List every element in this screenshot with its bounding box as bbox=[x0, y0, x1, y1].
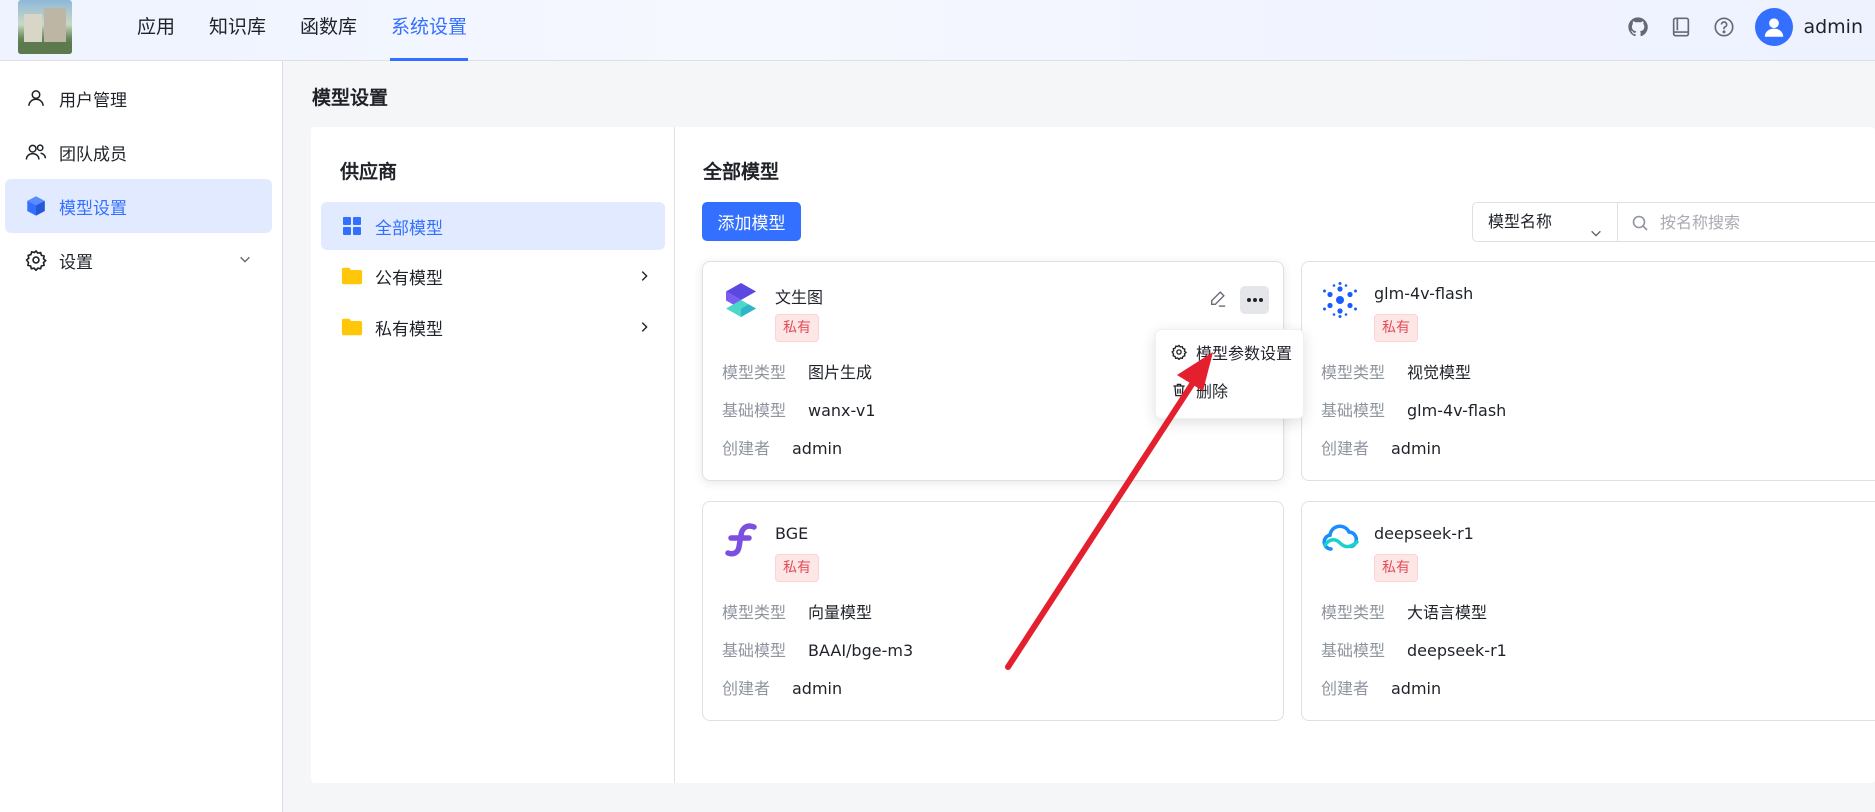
provider-item-label: 私有模型 bbox=[375, 319, 443, 340]
chevron-down-icon bbox=[1589, 216, 1603, 254]
chevron-right-icon bbox=[637, 319, 651, 339]
model-name: deepseek-r1 bbox=[1374, 524, 1474, 543]
provider-item-private[interactable]: 私有模型 bbox=[321, 303, 665, 351]
folder-icon bbox=[341, 265, 363, 287]
team-icon bbox=[25, 141, 47, 163]
content-panel: 供应商 全部模型 公有模型 私有模型 全部模型 添加模型 模型名称 按名称搜索 … bbox=[311, 127, 1875, 783]
model-name: glm-4v-flash bbox=[1374, 284, 1474, 303]
model-type-row: 模型类型 向量模型 bbox=[722, 603, 873, 622]
menu-item-label: 删除 bbox=[1196, 382, 1229, 401]
nav-functions[interactable]: 函数库 bbox=[299, 0, 358, 61]
user-name[interactable]: admin bbox=[1803, 16, 1863, 38]
help-icon[interactable] bbox=[1712, 15, 1736, 39]
zhipu-logo-icon bbox=[1321, 281, 1359, 319]
private-tag: 私有 bbox=[1374, 314, 1418, 342]
grid-icon bbox=[341, 215, 363, 237]
more-icon bbox=[1246, 298, 1263, 302]
provider-item-label: 全部模型 bbox=[375, 218, 443, 239]
creator-row: 创建者 admin bbox=[722, 679, 843, 698]
main-nav: 应用 知识库 函数库 系统设置 bbox=[136, 0, 500, 61]
provider-item-all[interactable]: 全部模型 bbox=[321, 202, 665, 250]
cloud-logo-icon bbox=[1321, 521, 1359, 559]
sidebar-item-users[interactable]: 用户管理 bbox=[5, 71, 272, 125]
menu-item-delete[interactable]: 删除 bbox=[1170, 378, 1228, 402]
model-name: 文生图 bbox=[775, 288, 824, 307]
user-icon bbox=[25, 87, 47, 109]
search-icon bbox=[1632, 215, 1648, 235]
sidebar-item-model-settings[interactable]: 模型设置 bbox=[5, 179, 272, 233]
more-actions-button[interactable] bbox=[1240, 286, 1269, 314]
cube-icon bbox=[25, 195, 47, 217]
nav-knowledge[interactable]: 知识库 bbox=[208, 0, 267, 61]
sidebar-item-label: 用户管理 bbox=[59, 90, 127, 111]
creator-row: 创建者 admin bbox=[1321, 679, 1442, 698]
model-name: BGE bbox=[775, 524, 809, 543]
search-input[interactable] bbox=[1617, 202, 1875, 242]
model-type-row: 模型类型 图片生成 bbox=[722, 363, 873, 382]
add-model-button[interactable]: 添加模型 bbox=[702, 202, 801, 241]
model-card[interactable]: deepseek-r1 私有 模型类型 大语言模型 基础模型 deepseek-r1… bbox=[1301, 501, 1875, 721]
top-bar: 应用 知识库 函数库 系统设置 admin bbox=[0, 0, 1875, 61]
base-model-row: 基础模型 deepseek-r1 bbox=[1321, 641, 1507, 660]
gear-icon bbox=[1170, 343, 1188, 361]
sidebar-item-label: 团队成员 bbox=[59, 144, 127, 165]
model-type-row: 模型类型 视觉模型 bbox=[1321, 363, 1472, 382]
page-title: 模型设置 bbox=[312, 87, 389, 109]
avatar[interactable] bbox=[1755, 8, 1794, 46]
sidebar-item-team[interactable]: 团队成员 bbox=[5, 125, 272, 179]
base-model-row: 基础模型 BAAI/bge-m3 bbox=[722, 641, 914, 660]
book-icon[interactable] bbox=[1669, 15, 1693, 39]
provider-panel: 供应商 全部模型 公有模型 私有模型 bbox=[311, 127, 675, 783]
menu-item-label: 模型参数设置 bbox=[1196, 344, 1293, 363]
base-model-row: 基础模型 glm-4v-flash bbox=[1321, 401, 1507, 420]
filter-select-value: 模型名称 bbox=[1488, 212, 1553, 231]
private-tag: 私有 bbox=[775, 554, 819, 582]
nav-system-settings[interactable]: 系统设置 bbox=[390, 0, 469, 61]
model-card[interactable]: glm-4v-flash 私有 模型类型 视觉模型 基础模型 glm-4v-flas… bbox=[1301, 261, 1875, 481]
chevron-down-icon bbox=[238, 251, 252, 271]
sidebar-item-label: 模型设置 bbox=[59, 198, 127, 219]
model-card[interactable]: BGE 私有 模型类型 向量模型 基础模型 BAAI/bge-m3 创建者 admin bbox=[702, 501, 1284, 721]
sidebar: 用户管理 团队成员 模型设置 设置 bbox=[0, 61, 283, 812]
top-right-actions: admin bbox=[1626, 8, 1863, 46]
provider-title: 供应商 bbox=[340, 161, 398, 183]
creator-row: 创建者 admin bbox=[722, 439, 843, 458]
provider-item-label: 公有模型 bbox=[375, 268, 443, 289]
model-type-row: 模型类型 大语言模型 bbox=[1321, 603, 1488, 622]
provider-item-public[interactable]: 公有模型 bbox=[321, 252, 665, 300]
github-icon[interactable] bbox=[1626, 15, 1650, 39]
filter-select[interactable]: 模型名称 bbox=[1472, 202, 1618, 242]
creator-row: 创建者 admin bbox=[1321, 439, 1442, 458]
edit-icon[interactable] bbox=[1209, 289, 1227, 311]
private-tag: 私有 bbox=[775, 314, 819, 342]
chevron-right-icon bbox=[637, 268, 651, 288]
base-model-row: 基础模型 wanx-v1 bbox=[722, 401, 876, 420]
models-panel: 全部模型 添加模型 模型名称 文生图 私有 bbox=[676, 127, 1875, 783]
models-title: 全部模型 bbox=[703, 161, 780, 183]
card-actions-menu: 模型参数设置 删除 bbox=[1155, 329, 1304, 419]
app-logo[interactable] bbox=[18, 0, 72, 54]
main-content: 模型设置 供应商 全部模型 公有模型 私有模型 全部模型 添加模型 模型名称 按… bbox=[284, 61, 1875, 812]
gear-icon bbox=[25, 249, 47, 271]
folder-icon bbox=[341, 316, 363, 338]
nav-apps[interactable]: 应用 bbox=[136, 0, 176, 61]
private-tag: 私有 bbox=[1374, 554, 1418, 582]
trash-icon bbox=[1170, 381, 1188, 399]
wanx-logo-icon bbox=[722, 281, 760, 319]
sidebar-item-label: 设置 bbox=[59, 252, 93, 273]
menu-item-model-params[interactable]: 模型参数设置 bbox=[1170, 340, 1292, 364]
bge-logo-icon bbox=[722, 521, 760, 559]
sidebar-item-settings[interactable]: 设置 bbox=[5, 233, 272, 287]
